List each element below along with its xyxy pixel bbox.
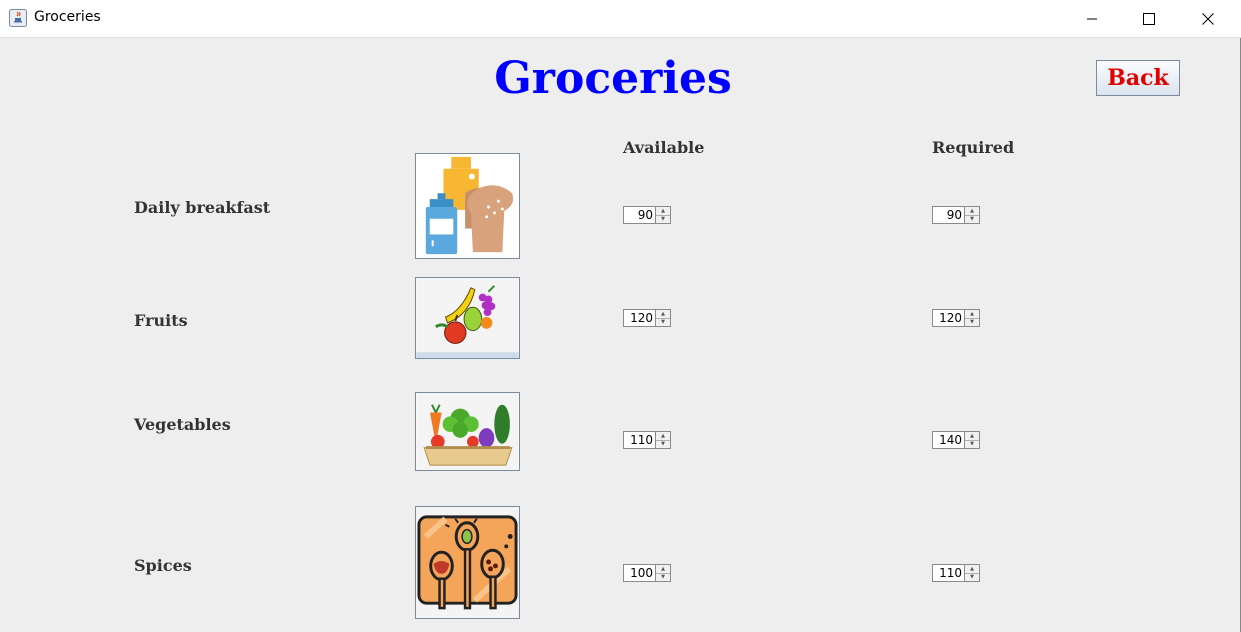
spinner-down-arrow-icon[interactable]: ▼ <box>965 573 979 581</box>
vegetables-image <box>415 392 520 471</box>
row-label-fruits: Fruits <box>134 311 188 330</box>
spinner-buttons: ▲ ▼ <box>965 564 980 582</box>
spinner-buttons: ▲ ▼ <box>656 309 671 327</box>
spinner-buttons: ▲ ▼ <box>965 206 980 224</box>
spinner-value[interactable]: 90 <box>623 206 656 224</box>
maximize-button[interactable] <box>1126 0 1172 37</box>
row-label-spices: Spices <box>134 556 192 575</box>
spinner-buttons: ▲ ▼ <box>656 431 671 449</box>
minimize-button[interactable] <box>1069 0 1115 37</box>
available-spinner-daily-breakfast[interactable]: 90 ▲ ▼ <box>623 206 671 224</box>
spinner-down-arrow-icon[interactable]: ▼ <box>656 440 670 448</box>
available-spinner-spices[interactable]: 100 ▲ ▼ <box>623 564 671 582</box>
spinner-value[interactable]: 110 <box>623 431 656 449</box>
close-icon <box>1202 12 1214 25</box>
row-label-daily-breakfast: Daily breakfast <box>134 198 271 217</box>
available-column-header: Available <box>623 138 705 157</box>
spinner-value[interactable]: 120 <box>932 309 965 327</box>
required-spinner-fruits[interactable]: 120 ▲ ▼ <box>932 309 980 327</box>
spinner-down-arrow-icon[interactable]: ▼ <box>965 215 979 223</box>
required-spinner-daily-breakfast[interactable]: 90 ▲ ▼ <box>932 206 980 224</box>
main-panel: Groceries Back Available Required Daily … <box>0 38 1241 632</box>
back-button[interactable]: Back <box>1096 60 1180 96</box>
window-title: Groceries <box>34 9 101 25</box>
spinner-value[interactable]: 100 <box>623 564 656 582</box>
spinner-buttons: ▲ ▼ <box>965 431 980 449</box>
spinner-value[interactable]: 140 <box>932 431 965 449</box>
breakfast-image <box>415 153 520 259</box>
spinner-down-arrow-icon[interactable]: ▼ <box>656 215 670 223</box>
spinner-value[interactable]: 120 <box>623 309 656 327</box>
maximize-icon <box>1143 12 1155 25</box>
page-title: Groceries <box>494 53 732 104</box>
spinner-buttons: ▲ ▼ <box>965 309 980 327</box>
spinner-value[interactable]: 110 <box>932 564 965 582</box>
available-spinner-vegetables[interactable]: 110 ▲ ▼ <box>623 431 671 449</box>
spinner-value[interactable]: 90 <box>932 206 965 224</box>
spinner-buttons: ▲ ▼ <box>656 206 671 224</box>
spinner-down-arrow-icon[interactable]: ▼ <box>965 318 979 326</box>
row-label-vegetables: Vegetables <box>134 415 231 434</box>
required-column-header: Required <box>932 138 1015 157</box>
spinner-down-arrow-icon[interactable]: ▼ <box>965 440 979 448</box>
spices-image <box>415 506 520 619</box>
fruits-image <box>415 277 520 359</box>
required-spinner-vegetables[interactable]: 140 ▲ ▼ <box>932 431 980 449</box>
close-button[interactable] <box>1185 0 1231 37</box>
spinner-buttons: ▲ ▼ <box>656 564 671 582</box>
spinner-down-arrow-icon[interactable]: ▼ <box>656 573 670 581</box>
java-app-icon <box>9 9 27 27</box>
required-spinner-spices[interactable]: 110 ▲ ▼ <box>932 564 980 582</box>
spinner-down-arrow-icon[interactable]: ▼ <box>656 318 670 326</box>
available-spinner-fruits[interactable]: 120 ▲ ▼ <box>623 309 671 327</box>
window-titlebar: Groceries <box>0 0 1241 38</box>
minimize-icon <box>1087 18 1097 19</box>
